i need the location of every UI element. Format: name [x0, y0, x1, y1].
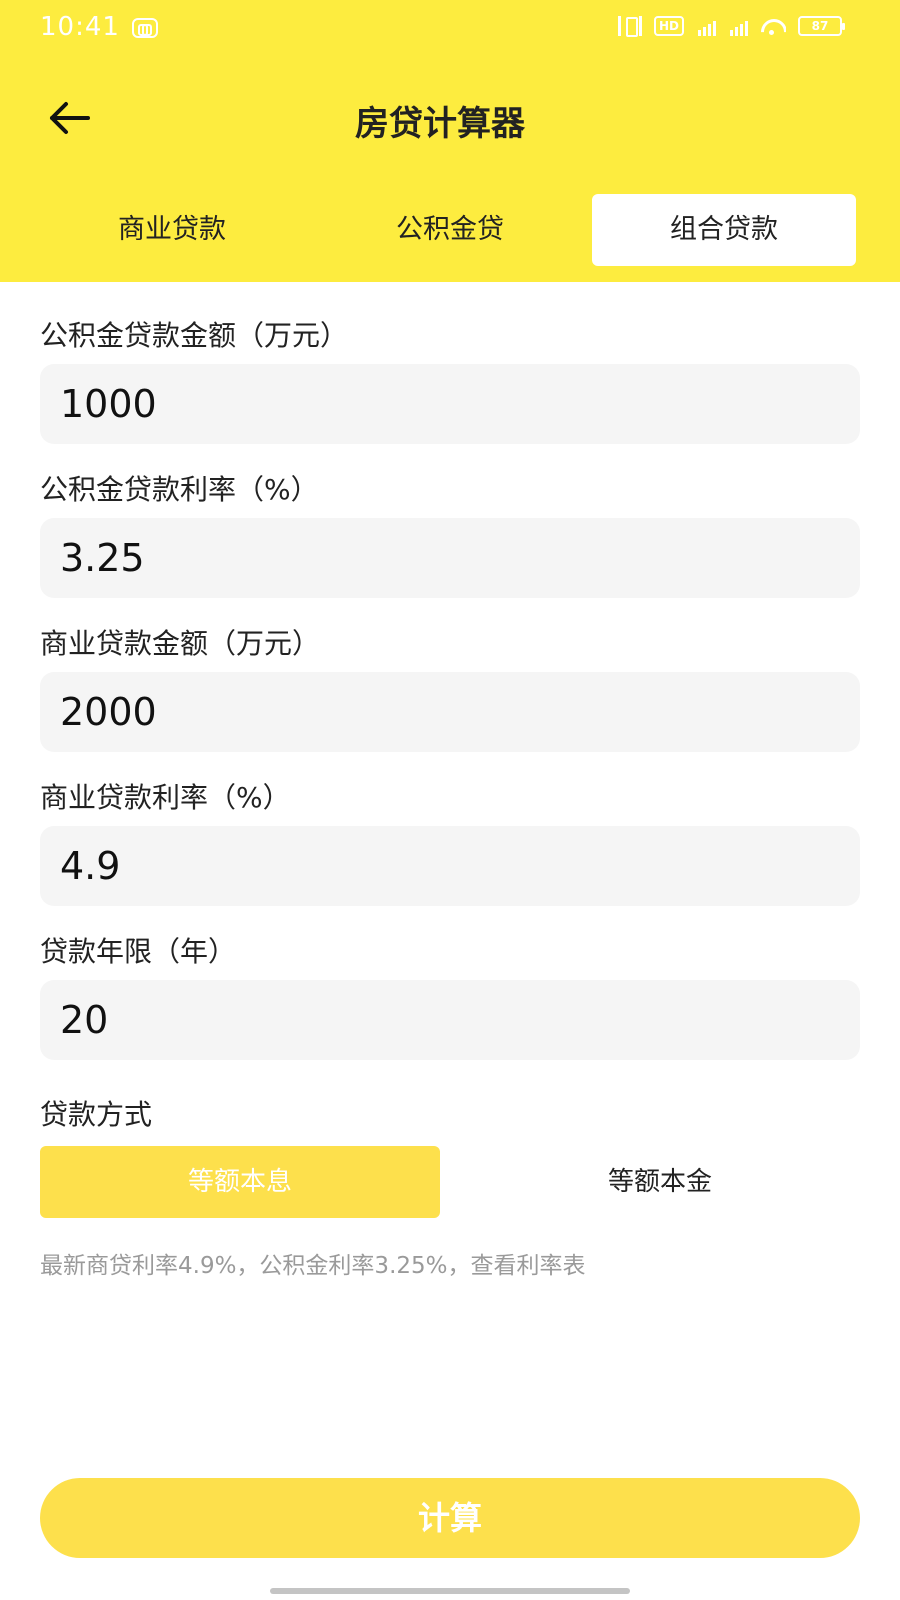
signal-icon: [696, 16, 716, 36]
equal-installment-option[interactable]: 等额本息: [40, 1146, 440, 1218]
tab-commercial-loan[interactable]: 商业贷款: [40, 194, 304, 266]
loan-term-input[interactable]: 20: [40, 980, 860, 1060]
commercial-amount-label: 商业贷款金额（万元）: [40, 627, 321, 660]
signal-icon: [728, 16, 748, 36]
wifi-icon: [760, 16, 786, 36]
rate-note-link[interactable]: 最新商贷利率4.9%，公积金利率3.25%，查看利率表: [40, 1246, 586, 1280]
battery-icon: 87: [798, 16, 845, 36]
status-bar: 10:41 HD 87: [0, 0, 900, 58]
fund-rate-label: 公积金贷款利率（%）: [40, 473, 319, 506]
page-title: 房贷计算器: [355, 104, 525, 144]
calculate-button[interactable]: 计算: [40, 1478, 860, 1558]
fund-amount-input[interactable]: 1000: [40, 364, 860, 444]
status-time: 10:41: [40, 12, 120, 42]
equal-principal-option[interactable]: 等额本金: [460, 1146, 860, 1218]
repayment-method-label: 贷款方式: [40, 1098, 153, 1131]
loan-term-label: 贷款年限（年）: [40, 935, 237, 968]
tab-provident-fund-loan[interactable]: 公积金贷: [318, 194, 582, 266]
commercial-amount-input[interactable]: 2000: [40, 672, 860, 752]
vibrate-icon: [617, 16, 642, 37]
app-header: 10:41 HD 87 房贷计算器 商业贷款 公积金贷 组合贷款: [0, 0, 900, 282]
home-indicator[interactable]: [270, 1588, 630, 1594]
commercial-rate-label: 商业贷款利率（%）: [40, 781, 291, 814]
fund-rate-input[interactable]: 3.25: [40, 518, 860, 598]
status-indicators: HD 87: [617, 16, 845, 37]
notification-app-icon: [132, 18, 158, 38]
hd-badge: HD: [653, 16, 684, 36]
commercial-rate-input[interactable]: 4.9: [40, 826, 860, 906]
fund-amount-label: 公积金贷款金额（万元）: [40, 319, 349, 352]
tab-combined-loan[interactable]: 组合贷款: [592, 194, 856, 266]
